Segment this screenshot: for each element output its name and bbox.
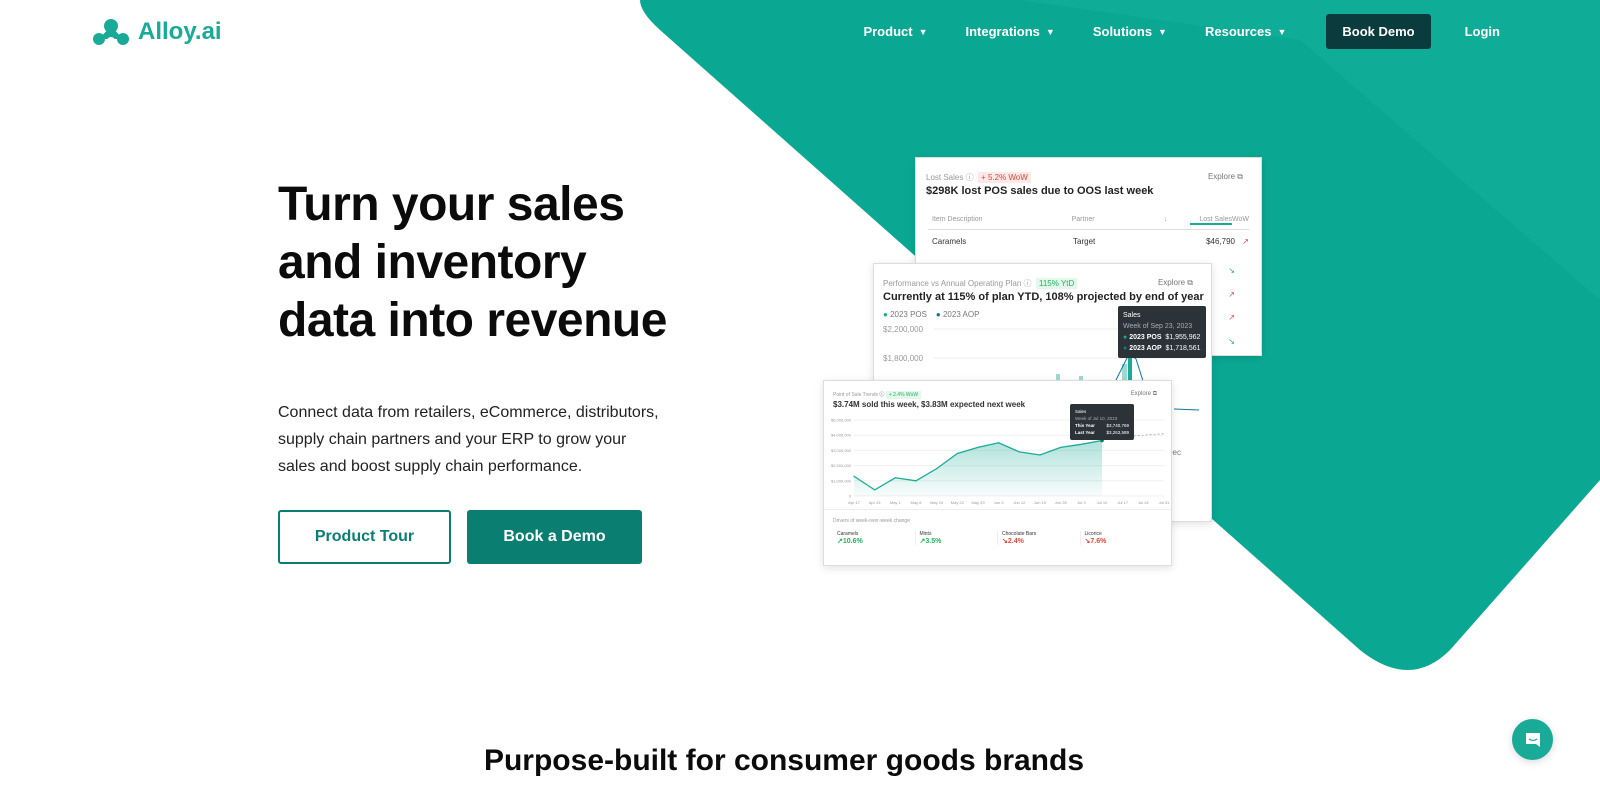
x-tick-label: Apr 17: [848, 500, 861, 505]
chat-button[interactable]: [1512, 719, 1553, 760]
hero-title: Turn your sales and inventory data into …: [278, 178, 667, 347]
data-point: [998, 442, 1000, 444]
table-header: Item Description Partner ↓ Lost Sales WoW: [928, 216, 1249, 230]
drivers-list: Caramels ↗10.6% Mints ↗3.5% Chocolate Bars…: [833, 531, 1162, 545]
data-point: [874, 489, 876, 491]
section-title: Purpose-built for consumer goods brands: [483, 744, 1085, 777]
card-title: $298K lost POS sales due to OOS last wee…: [926, 185, 1154, 197]
data-point: [1080, 443, 1082, 445]
y-tick-label: $4,000,000: [831, 433, 852, 438]
area-fill: [854, 440, 1102, 496]
y-tick-label: $3,000,000: [831, 448, 852, 453]
pos-tooltip: Sales Week of Jul 10, 2023 This Year $3,74…: [1070, 404, 1134, 440]
y-tick-label: $1,000,000: [831, 478, 852, 483]
x-tick-label: Jun 12: [1013, 500, 1026, 505]
wow-badge: + 5.2% WoW: [978, 172, 1031, 183]
x-tick-label: Jul 10: [1097, 500, 1108, 505]
table-row[interactable]: Caramels Target $46,790 ↗: [928, 237, 1249, 246]
book-demo-button[interactable]: Book a Demo: [467, 510, 642, 564]
card-label: Lost Sales: [926, 173, 964, 182]
data-point: [894, 477, 896, 479]
x-tick-label: May 15: [930, 500, 944, 505]
plan-tooltip: Sales Week of Sep 23, 2023 ● 2023 POS $1,…: [1118, 306, 1206, 358]
x-tick-label: May 8: [911, 500, 923, 505]
x-tick-label: Jul 3: [1077, 500, 1086, 505]
x-tick-label: Jun 5: [994, 500, 1005, 505]
driver-item: Caramels ↗10.6%: [833, 531, 916, 545]
background-shape: [640, 0, 1600, 670]
login-link[interactable]: Login: [1465, 24, 1500, 39]
chevron-down-icon: ▼: [918, 26, 928, 37]
pos-chart: 0 $1,000,000 $2,000,000 $3,000,000 $4,000,00…: [831, 418, 1170, 506]
x-tick-label: May 1: [890, 500, 902, 505]
data-point: [1039, 454, 1041, 456]
data-point: [936, 468, 938, 470]
data-point: [915, 480, 917, 482]
pos-trends-card: Point of Sale Trends ⓘ + 2.4% WoW Explor…: [823, 380, 1172, 566]
driver-item: Mints ↗3.5%: [916, 531, 998, 545]
product-tour-button[interactable]: Product Tour: [278, 510, 451, 564]
nav-solutions[interactable]: Solutions ▼: [1093, 24, 1167, 39]
y-tick-label: 0: [849, 494, 852, 499]
data-point: [1018, 451, 1020, 453]
x-tick-label: Jun 19: [1034, 500, 1047, 505]
trend-up-icon: ↗: [1242, 237, 1249, 246]
x-tick-label: Jun 26: [1055, 500, 1068, 505]
data-point: [956, 452, 958, 455]
nav-label: Product: [863, 24, 913, 39]
data-point: [977, 446, 979, 448]
main-nav: Product ▼ Integrations ▼ Solutions ▼ Resour…: [825, 14, 1500, 49]
chat-icon: [1525, 732, 1540, 747]
nav-product[interactable]: Product ▼: [863, 24, 927, 39]
explore-link[interactable]: Explore ⧉: [1208, 172, 1243, 182]
chevron-down-icon: ▼: [1277, 26, 1287, 37]
alloy-logo[interactable]: Alloy.ai: [92, 18, 222, 46]
x-tick-label: May 22: [951, 500, 965, 505]
y-tick-label: $5,000,000: [831, 418, 852, 423]
nav-integrations[interactable]: Integrations ▼: [966, 24, 1055, 39]
nav-label: Integrations: [965, 24, 1040, 39]
nav-label: Resources: [1204, 24, 1272, 39]
logo-icon: [93, 19, 129, 45]
hero-subtitle: Connect data from retailers, eCommerce, …: [278, 404, 659, 475]
driver-item: Licorice ↘7.6%: [1084, 531, 1107, 545]
nav-resources[interactable]: Resources ▼: [1205, 24, 1286, 39]
book-demo-nav-button[interactable]: Book Demo: [1326, 14, 1431, 49]
chevron-down-icon: ▼: [1045, 26, 1055, 37]
x-tick-label: Jul 24: [1138, 500, 1149, 505]
x-tick-label: Jul 17: [1117, 500, 1128, 505]
data-point: [1060, 446, 1062, 448]
drivers-label: Drivers of week-over-week change: [833, 518, 910, 524]
data-point: [853, 475, 855, 477]
x-tick-label: Jul 31: [1159, 500, 1170, 505]
y-tick-label: $2,000,000: [831, 463, 852, 468]
x-tick-label: May 29: [971, 500, 985, 505]
nav-label: Solutions: [1092, 24, 1153, 39]
chevron-down-icon: ▼: [1158, 26, 1167, 37]
logo-text: Alloy.ai: [138, 18, 222, 45]
x-tick-label: Apr 24: [869, 500, 882, 505]
trend-icons: ↘ ↗ ↗ ↘: [1228, 266, 1235, 346]
driver-item: Chocolate Bars ↘2.4%: [998, 531, 1081, 545]
